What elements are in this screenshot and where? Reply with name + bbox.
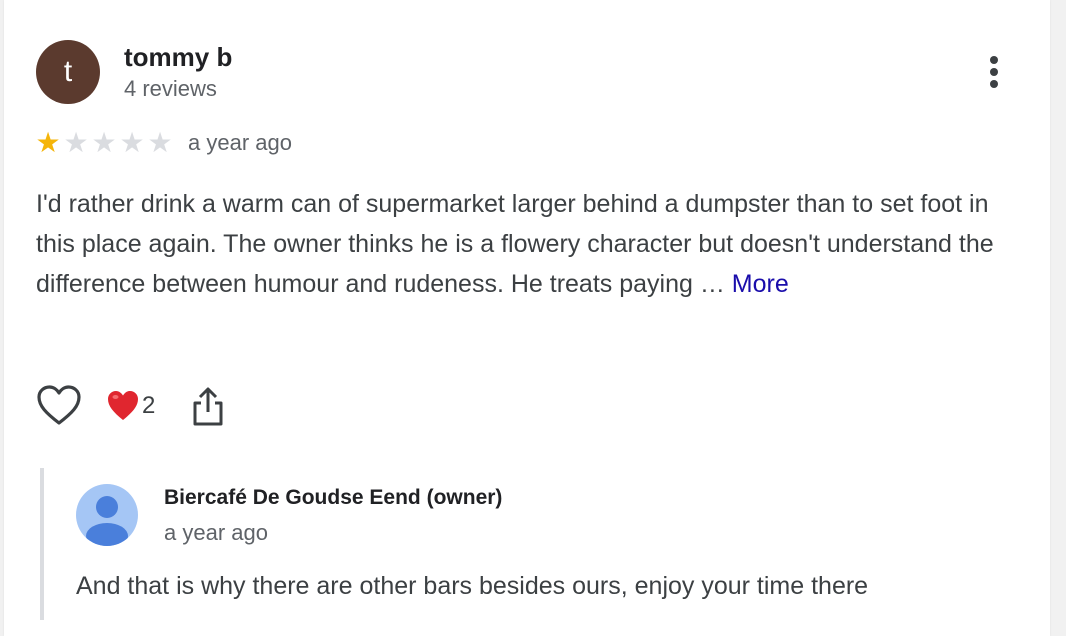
share-icon[interactable] [188, 384, 228, 428]
review-date: a year ago [188, 130, 292, 155]
more-link[interactable]: More [732, 270, 789, 298]
review-text-body: I'd rather drink a warm can of supermark… [36, 190, 994, 298]
red-heart-emoji-icon[interactable] [106, 386, 140, 426]
owner-reply-text: And that is why there are other bars bes… [76, 572, 869, 600]
owner-reply: Biercafé De Goudse Eend (owner) a year a… [40, 468, 1024, 620]
star-filled-icon: ★ [35, 127, 61, 158]
star-empty-icon: ★ [147, 127, 173, 158]
review-card: t tommy b 4 reviews ★ ★ ★ ★ ★ a year ago I'd… [4, 0, 1050, 636]
person-icon [76, 484, 138, 546]
reviewer-review-count[interactable]: 4 reviews [124, 76, 217, 102]
owner-name: Biercafé De Goudse Eend (owner) [164, 486, 503, 509]
avatar-letter: t [63, 55, 73, 88]
reviewer-avatar[interactable]: t [36, 40, 100, 104]
reaction-count: 2 [142, 392, 156, 419]
star-empty-icon: ★ [119, 127, 145, 158]
heart-outline-icon[interactable] [36, 384, 82, 428]
star-rating: ★ ★ ★ ★ ★ [34, 126, 174, 160]
star-empty-icon: ★ [91, 127, 117, 158]
star-empty-icon: ★ [63, 127, 89, 158]
owner-reply-date: a year ago [164, 520, 268, 545]
review-text: I'd rather drink a warm can of supermark… [36, 184, 1016, 304]
reviewer-name[interactable]: tommy b [124, 42, 232, 73]
more-options-icon[interactable] [976, 52, 1012, 96]
